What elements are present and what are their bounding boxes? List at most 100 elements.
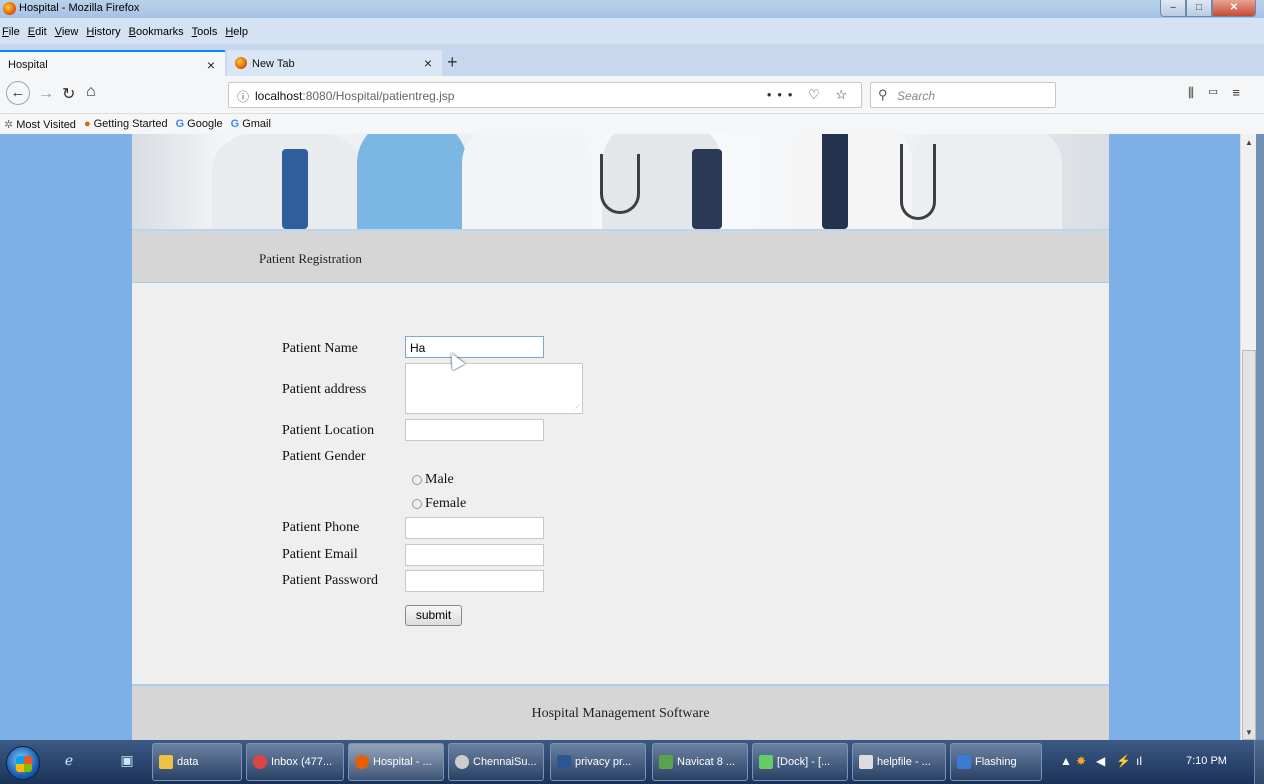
patient-location-label: Patient Location <box>282 423 375 438</box>
footer-text: Hospital Management Software <box>531 706 710 721</box>
windows-logo-icon <box>16 756 32 772</box>
volume-icon[interactable]: ◀ <box>1096 754 1105 768</box>
address-bar[interactable]: ⓘ localhost:8080/Hospital/patientreg.jsp… <box>228 82 862 108</box>
page-viewport: Patient Registration Patient Name Ha Pat… <box>0 134 1240 740</box>
bookmark-getting-started[interactable]: ● Getting Started <box>84 118 168 130</box>
radio-icon[interactable] <box>412 475 422 485</box>
new-tab-plus-icon[interactable]: + <box>447 52 458 73</box>
patient-password-input[interactable] <box>405 570 544 592</box>
search-icon: ⚲ <box>878 87 888 102</box>
gender-female-radio[interactable]: Female <box>412 496 466 512</box>
taskbar-item-hospital[interactable]: Hospital - ... <box>348 743 444 781</box>
patient-email-input[interactable] <box>405 544 544 566</box>
chrome-icon <box>253 755 267 769</box>
gear-icon <box>455 755 469 769</box>
windows-taskbar: ℯ ▣ data Inbox (477... Hospital - ... Ch… <box>0 740 1264 784</box>
tab-hospital[interactable]: Hospital × <box>0 50 225 76</box>
patient-name-input[interactable]: Ha <box>405 336 544 358</box>
page-content: Patient Registration Patient Name Ha Pat… <box>132 134 1109 740</box>
resize-grip-icon[interactable]: ⋰ <box>573 404 580 412</box>
address-url[interactable]: localhost:8080/Hospital/patientreg.jsp <box>255 89 454 103</box>
bookmark-gmail[interactable]: G Gmail <box>231 118 271 130</box>
menu-help[interactable]: Help <box>225 18 248 38</box>
tray-app-icon[interactable]: ✸ <box>1076 754 1086 768</box>
clock[interactable]: 7:10 PM <box>1186 755 1227 767</box>
menu-history[interactable]: History <box>86 18 120 38</box>
patient-address-textarea[interactable]: ⋰ <box>405 363 583 414</box>
firefox-icon <box>3 2 16 15</box>
patient-phone-input[interactable] <box>405 517 544 539</box>
window-controls: – □ ✕ <box>1160 0 1256 18</box>
patient-address-label: Patient address <box>282 382 367 397</box>
menu-tools[interactable]: Tools <box>192 18 218 38</box>
taskbar-item-navicat[interactable]: Navicat 8 ... <box>652 743 748 781</box>
word-icon <box>557 755 571 769</box>
media-player-icon[interactable]: ▣ <box>118 752 136 770</box>
patient-gender-label: Patient Gender <box>282 449 366 464</box>
gender-male-radio[interactable]: Male <box>412 472 454 488</box>
taskbar-item-privacy[interactable]: privacy pr... <box>550 743 646 781</box>
bookmark-most-visited[interactable]: ✲ Most Visited <box>4 118 76 131</box>
show-hidden-icons-chevron-icon[interactable]: ▲ <box>1060 754 1072 768</box>
close-tab-icon[interactable]: × <box>207 57 215 73</box>
page-footer: Hospital Management Software <box>132 684 1109 740</box>
forward-arrow-icon[interactable]: → <box>38 85 54 103</box>
window-border <box>1256 134 1264 740</box>
tab-label: Hospital <box>8 59 48 71</box>
search-placeholder: Search <box>897 89 936 103</box>
window-icon <box>957 755 971 769</box>
firefox-icon <box>235 57 247 69</box>
taskbar-item-dock[interactable]: [Dock] - [... <box>752 743 848 781</box>
close-tab-icon[interactable]: × <box>424 55 432 71</box>
window-title: Hospital - Mozilla Firefox <box>19 2 140 14</box>
patient-password-label: Patient Password <box>282 573 379 588</box>
menu-bar: File Edit View History Bookmarks Tools H… <box>0 18 1264 44</box>
show-desktop-button[interactable] <box>1254 740 1264 784</box>
page-title: Patient Registration <box>259 251 362 266</box>
google-icon: G <box>230 118 240 130</box>
network-icon[interactable]: ⚡ <box>1116 754 1131 768</box>
signal-icon[interactable]: ıl <box>1136 754 1142 768</box>
taskbar-item-inbox[interactable]: Inbox (477... <box>246 743 344 781</box>
reload-icon[interactable]: ↻ <box>62 84 75 104</box>
close-window-button[interactable]: ✕ <box>1212 0 1256 17</box>
internet-explorer-icon[interactable]: ℯ <box>60 752 78 770</box>
maximize-button[interactable]: □ <box>1186 0 1212 17</box>
search-input[interactable]: ⚲ Search <box>870 82 1056 108</box>
page-actions-icon[interactable]: ••• ♡ ☆ <box>767 87 853 103</box>
folder-icon <box>159 755 173 769</box>
taskbar-item-flashing[interactable]: Flashing <box>950 743 1042 781</box>
navigation-bar: ← → ↻ ⌂ ⓘ localhost:8080/Hospital/patien… <box>0 76 1264 114</box>
tab-new-tab[interactable]: New Tab × <box>227 50 442 76</box>
radio-icon[interactable] <box>412 499 422 509</box>
tab-label: New Tab <box>252 58 295 70</box>
back-arrow-icon[interactable]: ← <box>6 81 30 105</box>
home-icon[interactable]: ⌂ <box>86 83 96 101</box>
minimize-button[interactable]: – <box>1160 0 1186 17</box>
taskbar-item-data[interactable]: data <box>152 743 242 781</box>
menu-bookmarks[interactable]: Bookmarks <box>129 18 184 38</box>
taskbar-item-chennaisu[interactable]: ChennaiSu... <box>448 743 544 781</box>
gear-icon: ✲ <box>4 118 14 131</box>
firefox-icon: ● <box>83 118 91 130</box>
window-titlebar: Hospital - Mozilla Firefox – □ ✕ <box>0 0 1264 18</box>
menu-file[interactable]: File <box>2 18 20 38</box>
navicat-icon <box>659 755 673 769</box>
patient-location-input[interactable] <box>405 419 544 441</box>
tab-strip: Hospital × New Tab × + <box>0 44 1264 76</box>
patient-registration-form: Patient Name Ha Patient address ⋰ Patien… <box>132 284 1109 684</box>
patient-name-label: Patient Name <box>282 341 358 356</box>
scroll-down-icon[interactable]: ▼ <box>1245 728 1253 737</box>
library-sidebar-menu-icons[interactable]: ⫼▭≡ <box>1188 85 1254 101</box>
scrollbar-thumb[interactable] <box>1242 350 1256 740</box>
vertical-scrollbar[interactable]: ▲ ▼ <box>1240 134 1256 740</box>
menu-edit[interactable]: Edit <box>28 18 47 38</box>
scroll-up-icon[interactable]: ▲ <box>1245 138 1253 147</box>
submit-button[interactable]: submit <box>405 605 462 626</box>
google-icon: G <box>175 118 185 130</box>
taskbar-item-helpfile[interactable]: helpfile - ... <box>852 743 946 781</box>
start-button[interactable] <box>6 746 40 780</box>
info-icon[interactable]: ⓘ <box>237 88 249 105</box>
bookmark-google[interactable]: G Google <box>176 118 223 130</box>
menu-view[interactable]: View <box>55 18 79 38</box>
